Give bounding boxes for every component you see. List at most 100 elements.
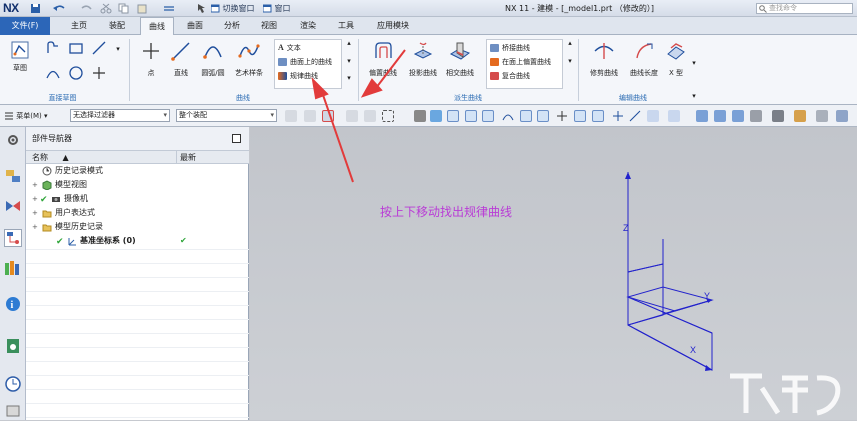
snap-quadrant-icon[interactable] [537,110,549,122]
snap-bounded-icon[interactable] [668,110,680,122]
tab-analysis[interactable]: 分析 [215,17,249,35]
bridge-curve-item[interactable]: 桥接曲线 [490,43,530,53]
layer-icon[interactable] [816,110,828,122]
offset-curve-button[interactable]: 偏置曲线 [364,40,402,78]
arc-circle-button[interactable]: 圆弧/圆 [197,40,229,78]
selection-icon-3[interactable] [346,110,358,122]
offset-in-face-item[interactable]: 在面上偏置曲线 [490,57,551,67]
window-menu-button[interactable]: 窗口 [262,3,291,14]
col-name-header[interactable]: 名称 ▲ [32,151,69,164]
tree-node[interactable]: + 用户表达式 [26,207,249,219]
profile-icon[interactable] [44,40,62,56]
check-icon[interactable]: ✔ [56,236,64,248]
snap-point-icon[interactable] [556,110,568,122]
text-curve-item[interactable]: A 文本 [278,43,301,53]
snap-arc-center-icon[interactable] [520,110,532,122]
web-browser-icon[interactable]: i [4,295,22,313]
snap-center-icon[interactable] [574,110,586,122]
check-icon[interactable]: ✔ [40,194,48,206]
settings-gear-icon[interactable] [4,131,22,149]
tab-tools[interactable]: 工具 [329,17,363,35]
snap-circle-icon[interactable] [592,110,604,122]
copy-icon[interactable] [118,3,130,14]
touch-mode-icon[interactable] [195,3,207,14]
assembly-navigator-icon[interactable] [4,167,22,185]
snap-intersection-icon[interactable] [502,110,514,122]
selection-filter-select[interactable]: 无选择过滤器 [70,109,170,122]
x-form-button[interactable]: X 型 [664,40,688,78]
tree-node[interactable]: + 模型历史记录 [26,221,249,233]
tab-home[interactable]: 主页 [62,17,96,35]
snap-control-icon[interactable] [482,110,494,122]
sketch-button[interactable]: 草图 [5,39,35,73]
law-curve-item[interactable]: 规律曲线 [278,71,318,81]
tree-node[interactable]: + 模型视图 [26,179,249,191]
selection-scope-select[interactable]: 整个装配 [176,109,277,122]
line-sketch-icon[interactable] [90,40,108,56]
orient-view-icon[interactable] [794,110,806,122]
tree-node[interactable]: ✔ 基准坐标系 (0) ✔ [26,235,249,247]
show-hidden-icon[interactable] [414,110,426,122]
select-region-icon[interactable] [322,110,334,122]
edit-more-chevron-icon[interactable]: ▾ [690,59,698,67]
selection-icon-4[interactable] [364,110,376,122]
render-style-icon[interactable] [772,110,784,122]
col-latest-header[interactable]: 最新 [180,151,196,164]
snap-on-surface-icon[interactable] [647,110,659,122]
point-sketch-icon[interactable] [90,65,108,81]
save-icon[interactable] [30,3,41,14]
constraint-navigator-icon[interactable] [4,197,22,215]
command-search-input[interactable]: 查找命令 [756,3,853,14]
snap-midpoint-icon[interactable] [465,110,477,122]
intersection-curve-button[interactable]: 相交曲线 [441,40,479,78]
snap-existing-point-icon[interactable] [612,110,624,122]
tab-curve[interactable]: 曲线 [140,17,174,36]
project-curve-button[interactable]: 投影曲线 [404,40,442,78]
reuse-library-icon[interactable] [4,259,22,277]
snap-endpoint-icon[interactable] [447,110,459,122]
paste-icon[interactable] [136,3,148,14]
circle-sketch-icon[interactable] [67,65,85,81]
tab-surface[interactable]: 曲面 [178,17,212,35]
menu-button[interactable]: 菜单(M) ▾ [4,110,48,122]
redo-icon[interactable] [80,3,94,14]
curve-length-button[interactable]: 曲线长度 [624,40,664,78]
tab-assembly[interactable]: 装配 [100,17,134,35]
line-button[interactable]: 直线 [168,40,194,78]
selection-icon-1[interactable] [285,110,297,122]
sketch-more-chevron-icon[interactable]: ▾ [113,45,123,53]
view-rotate-icon[interactable] [732,110,744,122]
derived-scroll-up-icon[interactable]: ▴ [566,39,574,47]
part-navigator-icon[interactable] [4,229,22,247]
snap-on-curve-icon[interactable] [629,110,641,122]
expand-icon[interactable]: + [32,221,38,233]
arc-sketch-icon[interactable] [44,65,62,81]
history-icon[interactable] [4,337,22,355]
view-pan-icon[interactable] [750,110,762,122]
point-button[interactable]: 点 [138,40,164,78]
maximize-icon[interactable] [232,134,241,143]
tab-file[interactable]: 文件(F) [0,17,50,35]
composite-curve-item[interactable]: 复合曲线 [490,71,530,81]
undo-icon[interactable] [52,3,66,14]
graphics-window[interactable]: Z Y X [250,49,857,420]
ribbon-options-chevron-icon[interactable]: ▾ [690,92,698,100]
gallery-scroll-up-icon[interactable]: ▴ [345,39,353,47]
rectangle-icon[interactable] [67,40,85,56]
tab-applications[interactable]: 应用模块 [367,17,419,35]
trim-curve-button[interactable]: 修剪曲线 [584,40,624,78]
switch-window-button[interactable]: 切换窗口 [210,3,255,14]
cut-icon[interactable] [100,3,112,14]
view-zoom-icon[interactable] [714,110,726,122]
gallery-expand-icon[interactable]: ▾ [345,74,353,82]
system-materials-icon[interactable] [4,401,22,419]
repeat-command-icon[interactable] [162,3,176,14]
more-tools-icon[interactable] [836,110,848,122]
expand-icon[interactable]: + [32,207,38,219]
tree-node[interactable]: + ✔ 摄像机 [26,193,249,205]
derived-scroll-down-icon[interactable]: ▾ [566,57,574,65]
tree-node[interactable]: 历史记录模式 [26,165,249,177]
tab-view[interactable]: 视图 [252,17,286,35]
datum-csys[interactable]: Z Y X [623,172,714,371]
gallery-scroll-down-icon[interactable]: ▾ [345,57,353,65]
